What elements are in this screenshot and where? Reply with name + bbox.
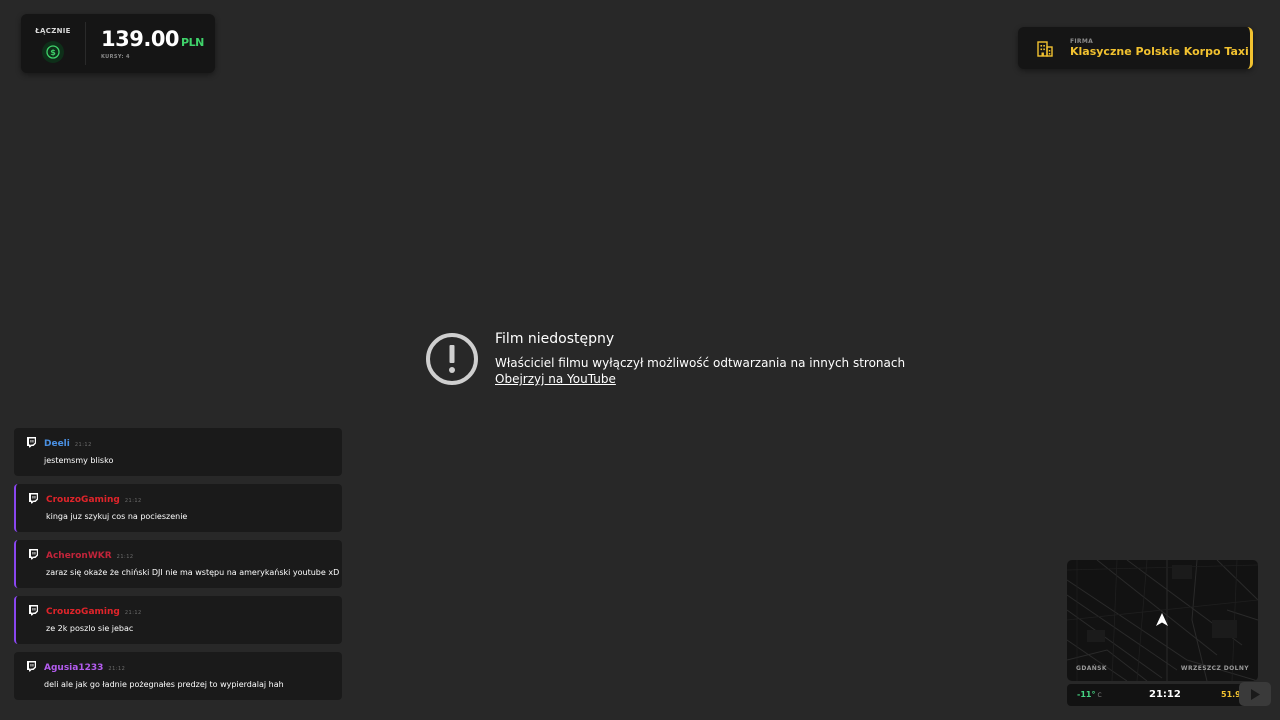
twitch-icon [27, 437, 36, 448]
chat-timestamp: 21:12 [124, 498, 142, 504]
company-card: FIRMA Klasyczne Polskie Korpo Taxi [1018, 27, 1253, 69]
chat-message: Deeli 21:12 jestemsmy blisko [14, 428, 342, 476]
chat-timestamp: 21:12 [108, 666, 126, 672]
play-button[interactable] [1239, 682, 1271, 706]
alert-circle-icon [426, 333, 478, 385]
status-info-bar: -11° C 21:12 51.9 [1067, 684, 1258, 706]
chat-timestamp: 21:12 [116, 554, 134, 560]
stream-overlay: ŁĄCZNIE $ 139.00 PLN KURSY: 4 FIRMA Klas… [0, 0, 1280, 720]
twitch-icon [29, 605, 38, 616]
twitch-icon [29, 549, 38, 560]
rides-count: KURSY: 4 [101, 54, 130, 60]
chat-username-text: Agusia1233 [44, 663, 104, 673]
chat-username: CrouzoGaming 21:12 [46, 607, 142, 617]
dollar-coin-icon: $ [42, 41, 64, 63]
chat-username-text: CrouzoGaming [46, 607, 120, 617]
chat-timestamp: 21:12 [74, 442, 92, 448]
chat-username: CrouzoGaming 21:12 [46, 495, 142, 505]
player-position-arrow-icon [1156, 613, 1168, 626]
chat-message: AcheronWKR 21:12 zaraz się okaże że chińsk… [14, 540, 342, 588]
temperature-value: -11° [1077, 690, 1096, 699]
video-description: Właściciel filmu wyłączył możliwość odtw… [495, 356, 906, 370]
earnings-label: ŁĄCZNIE [35, 27, 71, 35]
earnings-currency: PLN [181, 36, 204, 49]
svg-text:$: $ [50, 48, 56, 57]
chat-message-text: zaraz się okaże że chiński DJI nie ma ws… [46, 568, 340, 577]
company-label: FIRMA [1070, 38, 1094, 45]
chat-feed: Deeli 21:12 jestemsmy blisko CrouzoGaming 21… [14, 428, 342, 708]
earnings-amount: 139.00 PLN [101, 27, 204, 51]
game-clock: 21:12 [1149, 689, 1181, 700]
chat-message-text: ze 2k poszlo sie jebac [46, 624, 134, 633]
video-title: Film niedostępny [495, 331, 615, 347]
chat-message: CrouzoGaming 21:12 kinga juz szykuj cos na… [14, 484, 342, 532]
earnings-left-panel: ŁĄCZNIE $ [21, 14, 85, 73]
chat-message: CrouzoGaming 21:12 ze 2k poszlo sie jebac [14, 596, 342, 644]
chat-username-text: Deeli [44, 439, 70, 449]
earnings-divider [85, 22, 86, 65]
chat-username: AcheronWKR 21:12 [46, 551, 134, 561]
company-name: Klasyczne Polskie Korpo Taxi [1070, 45, 1249, 58]
play-icon [1251, 688, 1260, 700]
chat-timestamp: 21:12 [124, 610, 142, 616]
office-building-icon [1037, 41, 1053, 57]
watch-on-youtube-link[interactable]: Obejrzyj na YouTube [495, 372, 616, 386]
chat-username: Deeli 21:12 [44, 439, 92, 449]
map-district-label: WRZESZCZ DOLNY [1180, 665, 1249, 672]
video-unavailable-message: Film niedostępny Właściciel filmu wyłącz… [425, 331, 905, 391]
minimap: GDAŃSK WRZESZCZ DOLNY [1067, 560, 1258, 681]
earnings-value: 139.00 [101, 27, 180, 51]
earnings-card: ŁĄCZNIE $ 139.00 PLN KURSY: 4 [21, 14, 215, 73]
chat-username: Agusia1233 21:12 [44, 663, 125, 673]
chat-message-text: kinga juz szykuj cos na pocieszenie [46, 512, 188, 521]
chat-message-text: deli ale jak go ładnie pożegnałes predze… [44, 680, 284, 689]
temperature-unit: C [1097, 692, 1102, 699]
chat-username-text: CrouzoGaming [46, 495, 120, 505]
temperature-readout: -11° C [1077, 690, 1102, 699]
chat-message-text: jestemsmy blisko [44, 456, 114, 465]
chat-username-text: AcheronWKR [46, 551, 112, 561]
chat-message: Agusia1233 21:12 deli ale jak go ładnie po… [14, 652, 342, 700]
map-city-label: GDAŃSK [1076, 665, 1107, 672]
twitch-icon [29, 493, 38, 504]
twitch-icon [27, 661, 36, 672]
speed-readout: 51.9 [1221, 690, 1241, 699]
